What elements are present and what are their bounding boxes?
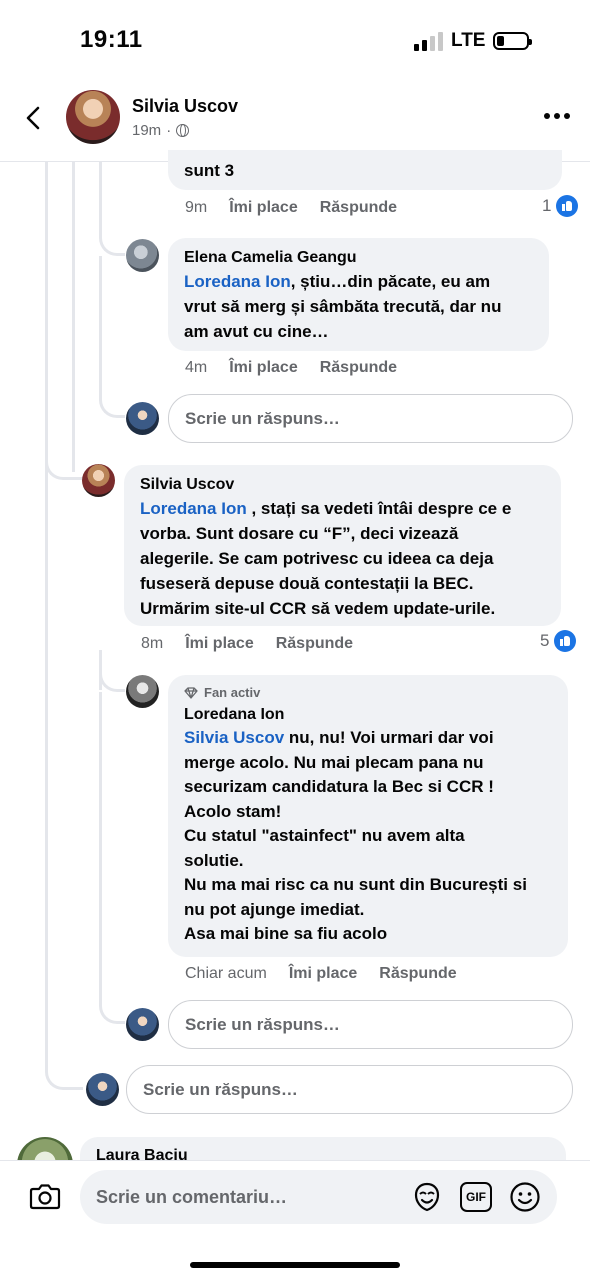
commenter-name[interactable]: Elena Camelia Geangu xyxy=(184,249,533,267)
comment-bubble: sunt 3 xyxy=(168,150,562,190)
reply-button[interactable]: Răspunde xyxy=(320,359,397,377)
avatar[interactable] xyxy=(82,464,115,497)
comment-time: 4m xyxy=(185,359,208,376)
separator: · xyxy=(166,122,172,139)
thread-curve xyxy=(45,1055,83,1090)
avatar[interactable] xyxy=(126,675,159,708)
like-count-value: 5 xyxy=(540,631,550,650)
like-button[interactable]: Îmi place xyxy=(185,635,253,653)
like-button[interactable]: Îmi place xyxy=(229,199,297,217)
home-indicator xyxy=(190,1262,400,1268)
emoji-icon[interactable] xyxy=(509,1181,541,1213)
diamond-icon xyxy=(184,686,198,699)
fan-badge-label: Fan activ xyxy=(204,685,261,700)
reply-button[interactable]: Răspunde xyxy=(320,199,397,217)
comment-body: Loredana Ion , stați sa vedeti întâi des… xyxy=(140,496,545,621)
author-name[interactable]: Silvia Uscov xyxy=(132,96,238,117)
like-button[interactable]: Îmi place xyxy=(289,965,357,983)
comment-text: sunt 3 xyxy=(184,161,235,180)
thread-line xyxy=(72,162,75,472)
comment-actions: 8m Îmi place Răspunde xyxy=(141,635,353,653)
status-time: 19:11 xyxy=(80,26,143,53)
like-count[interactable]: 5 xyxy=(540,630,577,652)
reply-input[interactable]: Scrie un răspuns… xyxy=(168,1000,573,1049)
mention-link[interactable]: Loredana Ion xyxy=(140,499,247,518)
comment-text: nu, nu! Voi urmari dar voi merge acolo. … xyxy=(184,728,527,943)
comment-actions: 9m Îmi place Răspunde xyxy=(185,199,397,217)
author-avatar[interactable] xyxy=(66,90,120,144)
comment-bubble: Silvia Uscov Loredana Ion , stați sa ved… xyxy=(124,465,561,626)
status-indicators: LTE xyxy=(414,28,533,54)
thread-curve xyxy=(99,692,125,1024)
avatar xyxy=(126,402,159,435)
gif-label: GIF xyxy=(466,1190,486,1204)
comment-input-placeholder: Scrie un comentariu… xyxy=(96,1186,288,1207)
comment-time: 9m xyxy=(185,199,208,216)
comment-actions: 4m Îmi place Răspunde xyxy=(185,359,397,377)
like-icon xyxy=(554,630,577,652)
avatar-sticker-icon[interactable] xyxy=(411,1181,443,1213)
chevron-left-icon[interactable] xyxy=(22,106,46,130)
thread-curve xyxy=(45,440,83,480)
signal-icon xyxy=(414,31,443,51)
reply-button[interactable]: Răspunde xyxy=(379,965,456,983)
camera-icon[interactable] xyxy=(29,1182,61,1210)
like-button[interactable]: Îmi place xyxy=(229,359,297,377)
comment-bubble: Fan activ Loredana Ion Silvia Uscov nu, … xyxy=(168,675,568,957)
thread-curve xyxy=(99,256,125,418)
mention-link[interactable]: Loredana Ion xyxy=(184,272,291,291)
fan-badge: Fan activ xyxy=(184,685,552,700)
battery-icon xyxy=(493,32,533,50)
post-meta: 19m · xyxy=(132,122,190,139)
like-icon xyxy=(556,195,579,217)
thread-curve xyxy=(99,218,125,256)
thread-line-outer xyxy=(45,162,48,1072)
avatar xyxy=(126,1008,159,1041)
comment-body: Loredana Ion, știu…din păcate, eu am vru… xyxy=(184,269,533,344)
avatar[interactable] xyxy=(126,239,159,272)
thread-line-inner xyxy=(99,162,102,222)
gif-button[interactable]: GIF xyxy=(460,1182,492,1212)
commenter-name[interactable]: Silvia Uscov xyxy=(140,476,545,494)
network-label: LTE xyxy=(451,30,486,51)
comment-bubble: Elena Camelia Geangu Loredana Ion, știu…… xyxy=(168,238,549,351)
globe-icon xyxy=(176,124,190,137)
reply-input[interactable]: Scrie un răspuns… xyxy=(168,394,573,443)
comment-time: Chiar acum xyxy=(185,965,267,982)
avatar xyxy=(86,1073,119,1106)
comment-body: Silvia Uscov nu, nu! Voi urmari dar voi … xyxy=(184,726,552,947)
more-dots-icon[interactable] xyxy=(544,113,570,119)
post-time: 19m xyxy=(132,122,162,139)
mention-link[interactable]: Silvia Uscov xyxy=(184,728,284,747)
commenter-name[interactable]: Loredana Ion xyxy=(184,706,552,724)
like-count-value: 1 xyxy=(542,196,552,215)
like-count[interactable]: 1 xyxy=(542,195,579,217)
comment-actions: Chiar acum Îmi place Răspunde xyxy=(185,965,457,983)
thread-curve xyxy=(99,650,125,692)
comment-time: 8m xyxy=(141,635,164,652)
reply-button[interactable]: Răspunde xyxy=(276,635,353,653)
reply-input[interactable]: Scrie un răspuns… xyxy=(126,1065,573,1114)
